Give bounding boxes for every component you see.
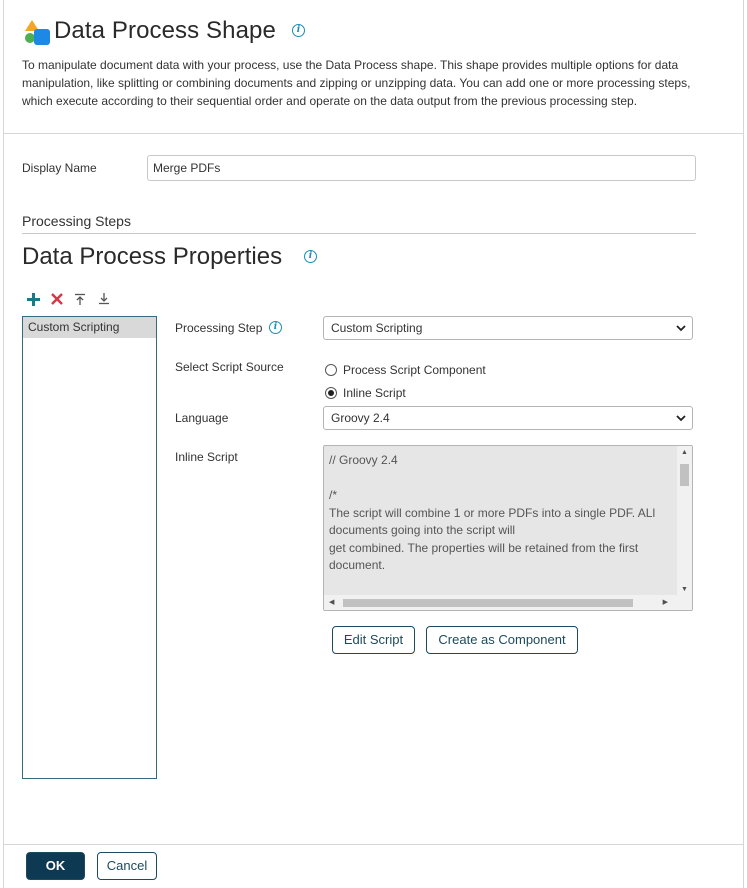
display-name-input[interactable] [147, 155, 696, 181]
scroll-right-icon[interactable]: ▶ [663, 599, 668, 606]
edit-script-button[interactable]: Edit Script [332, 626, 415, 654]
move-to-top-icon[interactable] [72, 291, 88, 307]
info-icon[interactable]: i [292, 24, 305, 37]
radio-button[interactable] [325, 387, 337, 399]
language-value: Groovy 2.4 [331, 411, 390, 425]
section-divider [22, 233, 696, 234]
radio-inline-script[interactable]: Inline Script [325, 386, 406, 400]
radio-label: Inline Script [343, 386, 406, 400]
data-process-shape-icon [25, 20, 50, 45]
horizontal-scrollbar[interactable]: ◀ ▶ [324, 595, 692, 610]
processing-step-label: Processing Step [175, 321, 263, 335]
add-step-icon[interactable] [25, 291, 41, 307]
scroll-down-icon[interactable]: ▼ [681, 586, 688, 593]
list-item[interactable]: Custom Scripting [23, 317, 156, 338]
processing-steps-list[interactable]: Custom Scripting [22, 316, 157, 779]
processing-step-select[interactable]: Custom Scripting [323, 316, 693, 340]
footer-divider [3, 844, 744, 845]
processing-steps-header: Processing Steps [22, 213, 131, 229]
radio-button[interactable] [325, 364, 337, 376]
remove-step-icon[interactable] [49, 291, 65, 307]
inline-script-editor[interactable]: // Groovy 2.4 /* The script will combine… [323, 445, 693, 611]
info-icon[interactable]: i [269, 321, 282, 334]
dialog-description: To manipulate document data with your pr… [22, 58, 691, 108]
scrollbar-thumb[interactable] [343, 599, 633, 607]
language-label: Language [175, 411, 229, 425]
chevron-down-icon [676, 325, 686, 332]
dialog-title: Data Process Shape [54, 17, 276, 44]
scrollbar-thumb[interactable] [680, 464, 689, 486]
chevron-down-icon [676, 415, 686, 422]
cancel-button[interactable]: Cancel [97, 852, 157, 880]
script-source-label: Select Script Source [175, 360, 284, 374]
properties-title: Data Process Properties [22, 243, 283, 270]
create-as-component-button[interactable]: Create as Component [426, 626, 578, 654]
processing-step-value: Custom Scripting [331, 321, 423, 335]
divider [3, 133, 744, 134]
display-name-label: Display Name [22, 161, 97, 175]
scroll-up-icon[interactable]: ▲ [681, 449, 688, 456]
scroll-left-icon[interactable]: ◀ [329, 599, 334, 606]
ok-button[interactable]: OK [26, 852, 85, 880]
info-icon[interactable]: i [304, 250, 317, 263]
language-select[interactable]: Groovy 2.4 [323, 406, 693, 430]
radio-process-script-component[interactable]: Process Script Component [325, 363, 486, 377]
move-to-bottom-icon[interactable] [96, 291, 112, 307]
inline-script-text: // Groovy 2.4 /* The script will combine… [329, 453, 656, 572]
radio-label: Process Script Component [343, 363, 486, 377]
inline-script-label: Inline Script [175, 450, 238, 464]
vertical-scrollbar[interactable]: ▲ ▼ [677, 446, 692, 596]
